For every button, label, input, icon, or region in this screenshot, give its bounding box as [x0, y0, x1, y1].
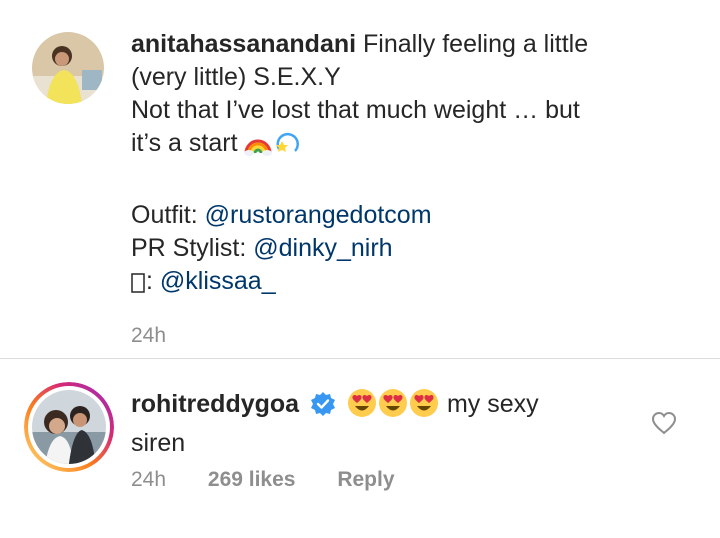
- caption-text: Finally feeling a little: [363, 30, 589, 58]
- comment-body: rohitreddygoa my sexy siren: [131, 388, 651, 460]
- comment-text: my sexy: [446, 390, 539, 418]
- caption-text: (very little) S.E.X.Y: [131, 63, 341, 91]
- caption-text: it’s a start: [131, 129, 238, 157]
- pr-stylist-label: PR Stylist:: [131, 234, 254, 262]
- comment-timestamp: 24h: [131, 468, 167, 491]
- verified-badge-icon: [310, 391, 336, 426]
- camera-label: :: [146, 267, 160, 295]
- comment-username[interactable]: rohitreddygoa: [131, 390, 299, 418]
- likes-count-link[interactable]: 269 likes: [208, 468, 296, 491]
- heart-eyes-icon: [347, 388, 377, 427]
- post-avatar[interactable]: [32, 32, 104, 104]
- post-timestamp: 24h: [131, 324, 167, 347]
- pr-stylist-mention-link[interactable]: @dinky_nirh: [253, 234, 392, 262]
- camera-mention-link[interactable]: @klissaa_: [160, 267, 276, 295]
- heart-eyes-icon: [378, 388, 408, 427]
- post-username[interactable]: anitahassanandani: [131, 30, 356, 58]
- divider: [0, 358, 720, 359]
- like-heart-icon[interactable]: [651, 411, 677, 440]
- outfit-mention-link[interactable]: @rustorangedotcom: [205, 201, 432, 229]
- dizzy-star-icon: [273, 129, 301, 166]
- heart-eyes-icon: [409, 388, 439, 427]
- comment-meta-row: 24h 269 likes Reply: [131, 468, 431, 492]
- caption-text: Not that I’ve lost that much weight … bu…: [131, 96, 580, 124]
- reply-button[interactable]: Reply: [337, 468, 394, 491]
- post-caption: anitahassanandani Finally feeling a litt…: [131, 28, 671, 352]
- comment-avatar[interactable]: [24, 382, 114, 472]
- rainbow-icon: [244, 129, 273, 166]
- outfit-label: Outfit:: [131, 201, 205, 229]
- comment-text: siren: [131, 429, 186, 457]
- camera-icon: [131, 271, 145, 304]
